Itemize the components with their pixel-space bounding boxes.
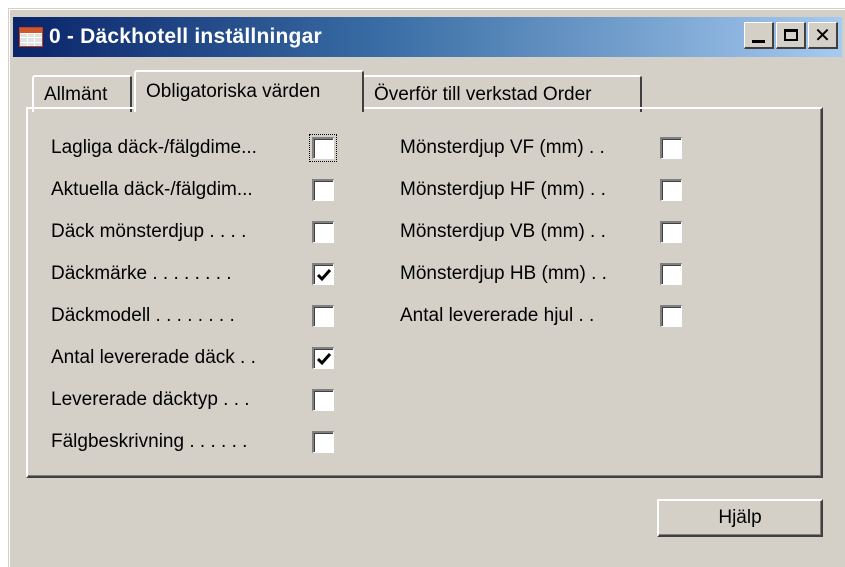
- close-button[interactable]: ✕: [808, 22, 838, 49]
- dack-monsterdjup-checkbox[interactable]: [312, 221, 334, 243]
- monsterdjup-hf-checkbox[interactable]: [660, 179, 682, 201]
- antal-levererade-hjul-checkbox[interactable]: [660, 305, 682, 327]
- minimize-button[interactable]: [744, 22, 774, 49]
- falgbeskrivning-checkbox[interactable]: [312, 431, 334, 453]
- tab-obligatoriska-varden[interactable]: Obligatoriska värden: [134, 70, 364, 112]
- field-row: Däck mönsterdjup . . . .: [51, 217, 246, 247]
- lagliga-dimension-checkbox[interactable]: [309, 134, 337, 162]
- field-label: Däckmärke . . . . . . . .: [51, 263, 232, 284]
- tab-label: Allmänt: [44, 83, 108, 105]
- minimize-icon: [752, 39, 765, 43]
- monsterdjup-vb-checkbox[interactable]: [660, 221, 682, 243]
- field-label: Lagliga däck-/fälgdime...: [51, 137, 257, 158]
- field-label: Mönsterdjup VF (mm) . .: [400, 137, 605, 158]
- field-row: Lagliga däck-/fälgdime...: [51, 133, 257, 163]
- field-row: Mönsterdjup HB (mm) . .: [400, 259, 607, 289]
- monsterdjup-hb-checkbox[interactable]: [660, 263, 682, 285]
- field-label: Däck mönsterdjup . . . .: [51, 221, 247, 242]
- antal-levererade-dack-checkbox[interactable]: [312, 347, 334, 369]
- field-label: Antal levererade hjul . .: [400, 305, 595, 326]
- field-label: Aktuella däck-/fälgdim...: [51, 179, 253, 200]
- maximize-icon: [783, 29, 798, 41]
- close-icon: ✕: [814, 23, 831, 47]
- tab-label: Överför till verkstad Order: [374, 83, 592, 105]
- field-row: Levererade däcktyp . . .: [51, 385, 250, 415]
- title-bar[interactable]: 0 - Däckhotell inställningar ✕: [13, 17, 842, 57]
- table-icon: [19, 27, 43, 47]
- monsterdjup-vf-checkbox[interactable]: [660, 137, 682, 159]
- aktuella-dimension-checkbox[interactable]: [312, 179, 334, 201]
- maximize-button[interactable]: [776, 22, 806, 49]
- levererade-dacktyp-checkbox[interactable]: [312, 389, 334, 411]
- dackmarke-checkbox[interactable]: [312, 263, 334, 285]
- help-button-label: Hjälp: [718, 507, 762, 528]
- field-label: Mönsterdjup HF (mm) . .: [400, 179, 606, 200]
- field-row: Antal levererade hjul . .: [400, 301, 594, 331]
- help-button[interactable]: Hjälp: [657, 499, 823, 537]
- tab-label: Obligatoriska värden: [146, 81, 321, 102]
- field-label: Fälgbeskrivning . . . . . .: [51, 431, 248, 452]
- field-label: Antal levererade däck . .: [51, 347, 256, 368]
- field-row: Antal levererade däck . .: [51, 343, 256, 373]
- field-row: Däckmodell . . . . . . . .: [51, 301, 235, 331]
- window-title: 0 - Däckhotell inställningar: [49, 25, 322, 48]
- field-row: Mönsterdjup VB (mm) . .: [400, 217, 606, 247]
- field-label: Mönsterdjup HB (mm) . .: [400, 263, 607, 284]
- dackmodell-checkbox[interactable]: [312, 305, 334, 327]
- field-row: Mönsterdjup HF (mm) . .: [400, 175, 606, 205]
- field-label: Mönsterdjup VB (mm) . .: [400, 221, 606, 242]
- field-label: Däckmodell . . . . . . . .: [51, 305, 235, 326]
- field-row: Mönsterdjup VF (mm) . .: [400, 133, 605, 163]
- field-row: Fälgbeskrivning . . . . . .: [51, 427, 247, 457]
- field-row: Aktuella däck-/fälgdim...: [51, 175, 253, 205]
- field-row: Däckmärke . . . . . . . .: [51, 259, 232, 289]
- field-label: Levererade däcktyp . . .: [51, 389, 250, 410]
